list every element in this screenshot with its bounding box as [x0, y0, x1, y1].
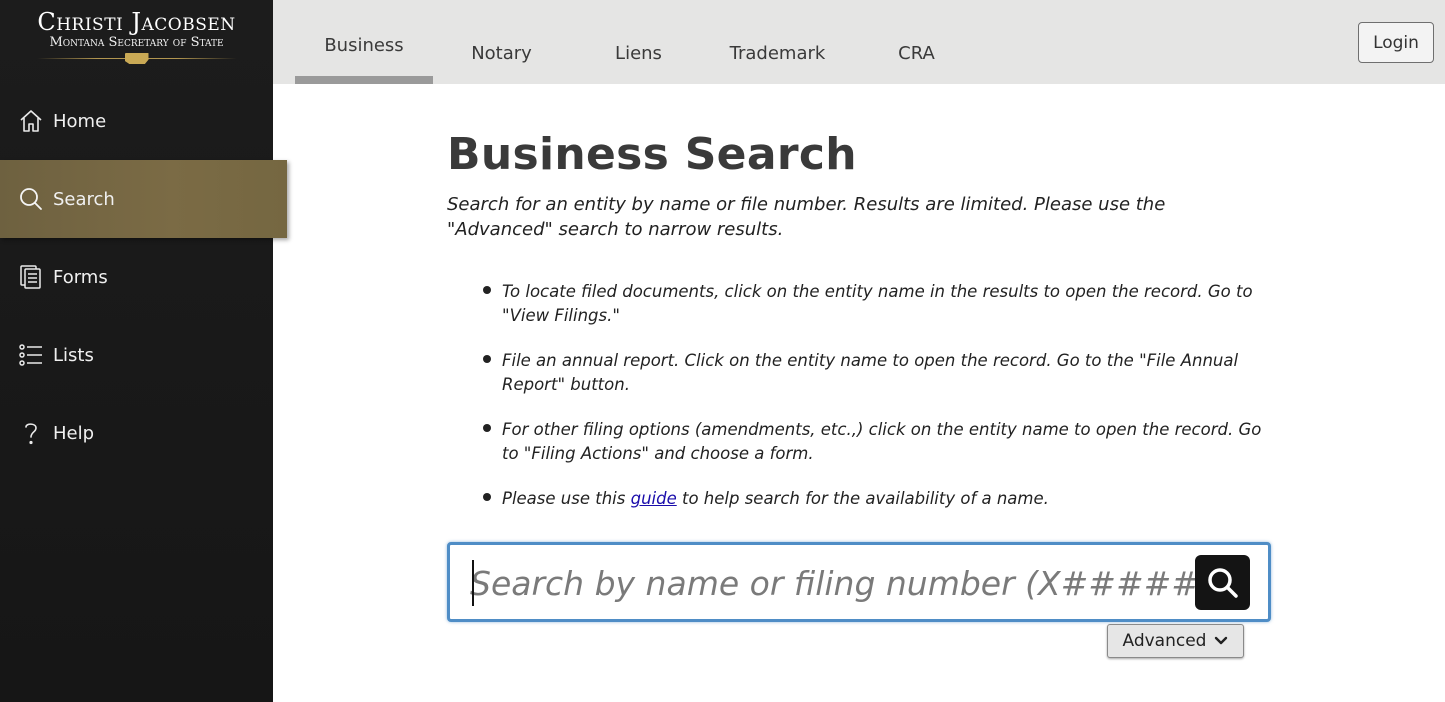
sidebar: Christi Jacobsen Montana Secretary of St…: [0, 0, 287, 702]
bullet-dot: [483, 424, 491, 432]
bullet-text: For other filing options (amendments, et…: [502, 420, 1262, 463]
sidebar-item-home[interactable]: Home: [0, 82, 273, 160]
list-item: Please use this guide to help search for…: [481, 487, 1271, 511]
advanced-button[interactable]: Advanced: [1107, 624, 1244, 658]
search-input[interactable]: [470, 555, 1200, 611]
chevron-down-icon: [1214, 636, 1228, 646]
bullet-dot: [483, 286, 491, 294]
logo[interactable]: Christi Jacobsen Montana Secretary of St…: [0, 0, 273, 78]
bullet-dot: [483, 493, 491, 501]
office-name: Montana Secretary of State: [49, 35, 224, 50]
list-icon: [18, 342, 44, 368]
sidebar-item-label: Search: [53, 188, 115, 210]
tab-notary[interactable]: Notary: [433, 0, 570, 84]
logo-rule: [36, 53, 237, 65]
list-item: For other filing options (amendments, et…: [481, 418, 1271, 466]
forms-icon: [18, 264, 44, 290]
sidebar-item-label: Lists: [53, 344, 94, 366]
search-icon: [18, 186, 44, 212]
official-name: Christi Jacobsen: [37, 8, 236, 36]
text-cursor: [472, 560, 474, 606]
bullet-text-before: Please use this: [502, 489, 631, 508]
sidebar-nav: Home Search Forms Lists Help: [0, 82, 288, 472]
search-button[interactable]: [1195, 555, 1250, 610]
list-item: File an annual report. Click on the enti…: [481, 349, 1271, 397]
montana-state-icon: [124, 53, 149, 64]
help-icon: [18, 420, 44, 446]
tab-bar: Business Notary Liens Trademark CRA: [295, 0, 985, 84]
sidebar-item-lists[interactable]: Lists: [0, 316, 273, 394]
guide-link[interactable]: guide: [631, 489, 677, 508]
sidebar-item-help[interactable]: Help: [0, 394, 273, 472]
search-box: [447, 542, 1271, 622]
bullet-text: To locate filed documents, click on the …: [502, 282, 1253, 325]
sidebar-item-forms[interactable]: Forms: [0, 238, 273, 316]
home-icon: [18, 108, 44, 134]
login-button[interactable]: Login: [1358, 22, 1434, 63]
top-bar: Business Notary Liens Trademark CRA Logi…: [273, 0, 1445, 84]
instructions-list: To locate filed documents, click on the …: [481, 280, 1271, 511]
sidebar-item-label: Home: [53, 110, 107, 132]
main-content: Business Search Search for an entity by …: [447, 84, 1287, 658]
bullet-text: File an annual report. Click on the enti…: [502, 351, 1239, 394]
tab-trademark[interactable]: Trademark: [707, 0, 848, 84]
page-description: Search for an entity by name or file num…: [447, 194, 1166, 240]
sidebar-item-label: Help: [53, 422, 95, 444]
sidebar-item-search[interactable]: Search: [0, 160, 287, 238]
sidebar-item-label: Forms: [53, 266, 108, 288]
tab-cra[interactable]: CRA: [848, 0, 985, 84]
advanced-label: Advanced: [1122, 631, 1207, 651]
search-icon: [1207, 567, 1238, 598]
page-title: Business Search: [447, 129, 857, 180]
bullet-dot: [483, 355, 491, 363]
list-item: To locate filed documents, click on the …: [481, 280, 1271, 328]
tab-liens[interactable]: Liens: [570, 0, 707, 84]
bullet-text-after: to help search for the availability of a…: [676, 489, 1049, 508]
tab-business[interactable]: Business: [295, 0, 433, 84]
